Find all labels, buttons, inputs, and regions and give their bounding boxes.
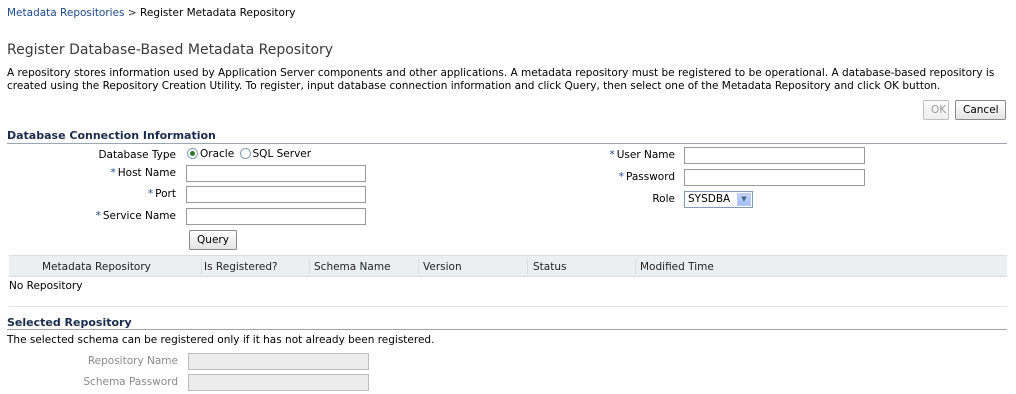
radio-oracle-label: Oracle xyxy=(200,148,235,160)
required-marker: * xyxy=(95,210,101,222)
repository-table-body: No Repository xyxy=(9,277,1007,307)
host-name-label: * Host Name xyxy=(60,167,176,179)
radio-unselected-icon xyxy=(239,148,251,159)
breadcrumb-separator: > xyxy=(127,7,137,19)
service-name-label-text: Service Name xyxy=(102,210,176,222)
page-title: Register Database-Based Metadata Reposit… xyxy=(7,42,334,58)
query-button[interactable]: Query xyxy=(189,230,237,250)
column-header-schema-name[interactable]: Schema Name xyxy=(314,261,391,273)
breadcrumb-current: Register Metadata Repository xyxy=(140,7,296,19)
database-type-label: Database Type xyxy=(98,149,176,161)
cancel-button[interactable]: Cancel xyxy=(955,100,1006,120)
radio-oracle[interactable]: Oracle xyxy=(187,148,234,160)
port-input[interactable] xyxy=(186,186,366,203)
user-name-label-text: User Name xyxy=(616,149,675,161)
service-name-input[interactable] xyxy=(186,208,366,225)
radio-selected-icon xyxy=(187,148,198,159)
schema-password-input[interactable] xyxy=(188,374,369,391)
column-header-version[interactable]: Version xyxy=(423,261,462,273)
radio-sql-server-label: SQL Server xyxy=(252,148,312,160)
column-divider xyxy=(201,259,202,274)
column-divider xyxy=(527,259,528,274)
required-marker: * xyxy=(618,171,624,183)
user-name-input[interactable] xyxy=(684,147,865,164)
ok-button[interactable]: OK xyxy=(923,100,949,120)
selected-repository-note: The selected schema can be registered on… xyxy=(7,334,435,346)
section-divider xyxy=(7,143,1007,144)
port-label-text: Port xyxy=(155,188,176,200)
repository-name-input[interactable] xyxy=(188,353,369,370)
column-header-status[interactable]: Status xyxy=(533,261,566,273)
password-label: * Password xyxy=(560,171,675,183)
section-title-selected-repository: Selected Repository xyxy=(7,316,132,329)
user-name-label: * User Name xyxy=(560,149,676,161)
schema-password-label: Schema Password xyxy=(83,376,178,388)
host-name-label-text: Host Name xyxy=(117,167,176,179)
password-label-text: Password xyxy=(625,171,675,183)
section-title-connection: Database Connection Information xyxy=(7,129,216,142)
role-select[interactable]: SYSDBA ▼ xyxy=(684,191,753,208)
page-description: A repository stores information used by … xyxy=(7,67,995,92)
host-name-input[interactable] xyxy=(186,165,366,182)
empty-table-message: No Repository xyxy=(9,280,83,292)
column-divider xyxy=(635,259,636,274)
column-header-modified-time[interactable]: Modified Time xyxy=(640,261,714,273)
port-label: * Port xyxy=(60,188,176,200)
breadcrumb-link-metadata-repositories[interactable]: Metadata Repositories xyxy=(7,7,125,19)
database-type-radio-group: Oracle SQL Server xyxy=(187,148,311,160)
radio-sql-server[interactable]: SQL Server xyxy=(239,148,312,160)
chevron-down-icon[interactable]: ▼ xyxy=(737,193,751,206)
column-header-metadata-repository[interactable]: Metadata Repository xyxy=(42,261,151,273)
column-divider xyxy=(418,259,419,274)
repository-table-header: Metadata Repository Is Registered? Schem… xyxy=(9,255,1007,277)
required-marker: * xyxy=(147,188,154,200)
service-name-label: * Service Name xyxy=(60,210,176,222)
role-label: Role xyxy=(652,193,675,205)
repository-name-label: Repository Name xyxy=(87,355,178,367)
column-divider xyxy=(309,259,310,274)
required-marker: * xyxy=(609,149,615,161)
breadcrumb: Metadata Repositories > Register Metadat… xyxy=(7,7,296,19)
column-header-is-registered[interactable]: Is Registered? xyxy=(204,261,278,273)
required-marker: * xyxy=(110,167,116,179)
role-select-value: SYSDBA xyxy=(688,193,731,205)
password-input[interactable] xyxy=(684,169,865,186)
section-divider xyxy=(7,329,1007,330)
